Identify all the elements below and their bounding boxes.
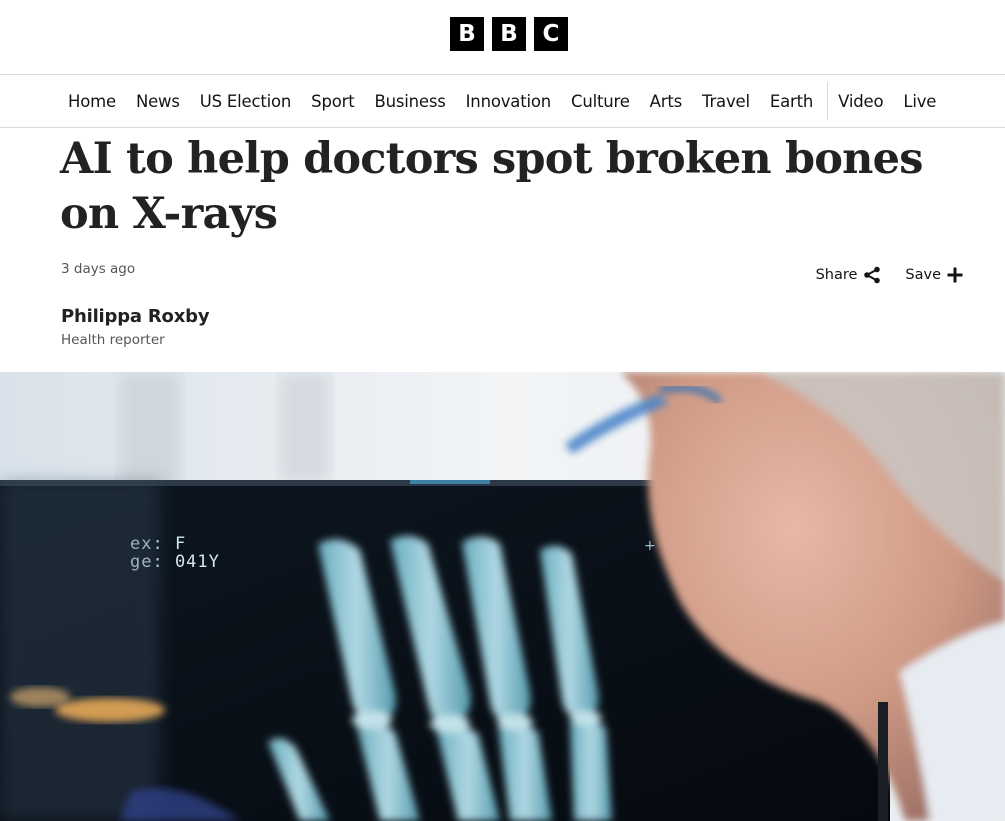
- save-button-label: Save: [905, 267, 941, 283]
- byline: Philippa Roxby Health reporter: [61, 306, 210, 348]
- share-button-label: Share: [815, 267, 858, 283]
- author-name[interactable]: Philippa Roxby: [61, 306, 210, 327]
- masthead: B B C: [0, 0, 1005, 75]
- share-icon: [864, 266, 881, 284]
- bbc-logo[interactable]: B B C: [450, 17, 568, 51]
- logo-letter: B: [492, 17, 526, 51]
- nav-item-news[interactable]: News: [126, 75, 190, 127]
- nav-item-earth[interactable]: Earth: [760, 75, 823, 127]
- svg-text:+: +: [644, 538, 656, 554]
- nav-item-innovation[interactable]: Innovation: [456, 75, 561, 127]
- article-headline: AI to help doctors spot broken bones on …: [60, 134, 923, 239]
- share-button[interactable]: Share: [816, 266, 882, 284]
- nav-item-travel[interactable]: Travel: [692, 75, 760, 127]
- hero-image-illustration: ex: F ge: 041Y +: [0, 372, 1005, 821]
- nav-item-us-election[interactable]: US Election: [190, 75, 301, 127]
- nav-item-home[interactable]: Home: [58, 75, 126, 127]
- nav-item-culture[interactable]: Culture: [561, 75, 640, 127]
- author-role: Health reporter: [61, 332, 165, 348]
- logo-letter: C: [534, 17, 568, 51]
- main-navigation: Home News US Election Sport Business Inn…: [0, 75, 1005, 128]
- nav-item-live[interactable]: Live: [893, 75, 946, 127]
- nav-item-business[interactable]: Business: [364, 75, 455, 127]
- save-button[interactable]: Save: [905, 267, 963, 283]
- logo-letter: B: [450, 17, 484, 51]
- nav-item-video[interactable]: Video: [827, 82, 893, 120]
- nav-item-sport[interactable]: Sport: [301, 75, 364, 127]
- article-timestamp: 3 days ago: [61, 261, 136, 277]
- nav-item-arts[interactable]: Arts: [640, 75, 692, 127]
- article-actions: Share Save: [816, 266, 963, 284]
- plus-icon: [947, 267, 963, 283]
- hero-image: ex: F ge: 041Y +: [0, 372, 1005, 821]
